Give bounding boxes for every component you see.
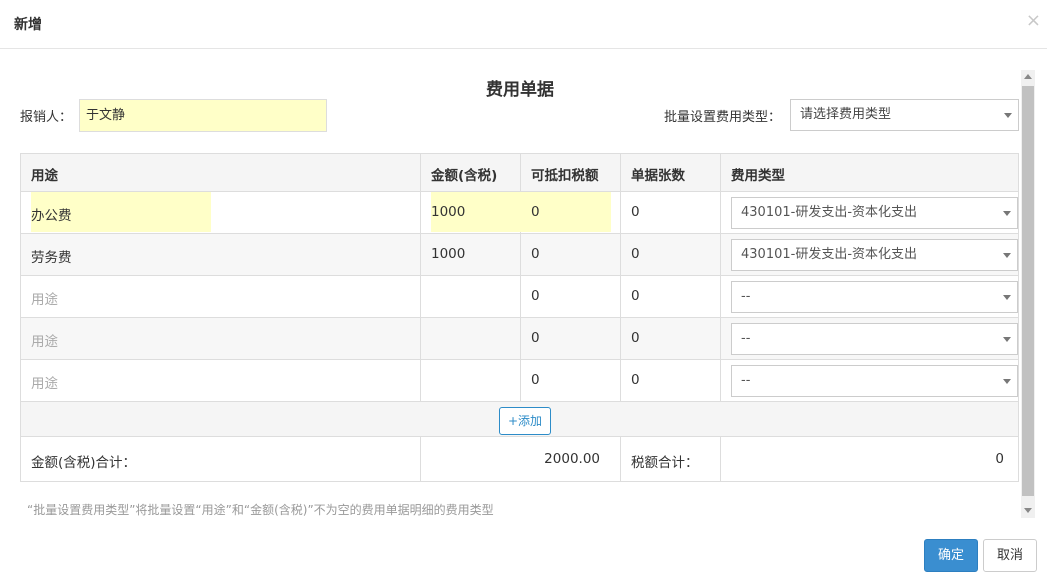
total-tax-label: 税额合计：	[631, 455, 699, 471]
deductible-cell[interactable]: 0	[521, 360, 621, 401]
purpose-input[interactable]: 办公费	[31, 204, 72, 224]
purpose-input[interactable]: 用途	[31, 288, 58, 308]
purpose-input[interactable]: 用途	[31, 372, 58, 392]
type-select[interactable]: --	[731, 281, 1018, 313]
batch-type-select[interactable]: 请选择费用类型	[790, 99, 1019, 131]
type-select[interactable]: --	[731, 323, 1018, 355]
amount-input[interactable]: 1000	[431, 204, 465, 220]
form-title: 费用单据	[486, 80, 554, 100]
header-amount: 金额(含税)	[431, 168, 498, 184]
deductible-input[interactable]: 0	[531, 372, 540, 388]
type-select-value: --	[741, 289, 751, 304]
table-row: 用途 0 0 --	[21, 318, 1018, 360]
table-row: 劳务费 1000 0 0 430101-研发支出-资本化支出	[21, 234, 1018, 276]
scroll-up-icon[interactable]	[1024, 74, 1032, 79]
type-select-value: 430101-研发支出-资本化支出	[741, 205, 918, 220]
cancel-button[interactable]: 取消	[983, 539, 1037, 572]
dialog-title: 新增	[14, 17, 42, 33]
count-cell[interactable]: 0	[621, 234, 721, 275]
purpose-cell[interactable]: 用途	[21, 276, 421, 317]
count-cell[interactable]: 0	[621, 360, 721, 401]
scrollbar-thumb[interactable]	[1022, 86, 1034, 496]
count-input[interactable]: 0	[631, 246, 640, 262]
deductible-input[interactable]: 0	[531, 204, 540, 220]
purpose-input[interactable]: 劳务费	[31, 246, 72, 266]
purpose-input[interactable]: 用途	[31, 330, 58, 350]
header-count: 单据张数	[631, 168, 685, 184]
vertical-scrollbar[interactable]	[1021, 70, 1035, 518]
chevron-down-icon	[1003, 379, 1011, 384]
type-select[interactable]: 430101-研发支出-资本化支出	[731, 239, 1018, 271]
chevron-down-icon	[1003, 253, 1011, 258]
table-header-row: 用途 金额(含税) 可抵扣税额 单据张数 费用类型	[21, 154, 1018, 192]
amount-cell[interactable]	[421, 276, 521, 317]
chevron-down-icon	[1004, 113, 1012, 118]
totals-row: 金额(含税)合计： 2000.00 税额合计： 0	[21, 437, 1018, 481]
deductible-cell[interactable]: 0	[521, 318, 621, 359]
type-select-value: --	[741, 373, 751, 388]
type-select[interactable]: --	[731, 365, 1018, 397]
header-deductible: 可抵扣税额	[531, 168, 599, 184]
count-input[interactable]: 0	[631, 330, 640, 346]
table-row: 用途 0 0 --	[21, 276, 1018, 318]
purpose-cell[interactable]: 办公费	[21, 192, 421, 233]
expense-table: 用途 金额(含税) 可抵扣税额 单据张数 费用类型 办公费 1000 0 0 4…	[20, 153, 1019, 482]
amount-cell[interactable]	[421, 318, 521, 359]
reimburser-input[interactable]: 于文静	[79, 99, 327, 132]
add-row-button[interactable]: +添加	[499, 407, 551, 435]
count-cell[interactable]: 0	[621, 318, 721, 359]
deductible-input[interactable]: 0	[531, 288, 540, 304]
count-cell[interactable]: 0	[621, 276, 721, 317]
header-purpose: 用途	[31, 168, 58, 184]
scroll-down-icon[interactable]	[1024, 508, 1032, 513]
chevron-down-icon	[1003, 295, 1011, 300]
table-row: 用途 0 0 --	[21, 360, 1018, 402]
deductible-input[interactable]: 0	[531, 246, 540, 262]
deductible-input[interactable]: 0	[531, 330, 540, 346]
type-select[interactable]: 430101-研发支出-资本化支出	[731, 197, 1018, 229]
count-input[interactable]: 0	[631, 288, 640, 304]
deductible-cell[interactable]: 0	[521, 276, 621, 317]
purpose-cell[interactable]: 劳务费	[21, 234, 421, 275]
amount-cell[interactable]	[421, 360, 521, 401]
batch-type-value: 请选择费用类型	[800, 107, 892, 122]
count-input[interactable]: 0	[631, 204, 640, 220]
type-select-value: --	[741, 331, 751, 346]
dialog-header: 新增 ×	[0, 0, 1047, 49]
amount-input[interactable]: 1000	[431, 246, 465, 262]
amount-cell[interactable]: 1000	[421, 192, 521, 233]
amount-cell[interactable]: 1000	[421, 234, 521, 275]
total-amount-label: 金额(含税)合计：	[31, 455, 137, 471]
count-input[interactable]: 0	[631, 372, 640, 388]
batch-type-note: “批量设置费用类型”将批量设置“用途”和“金额(含税)”不为空的费用单据明细的费…	[27, 503, 494, 517]
chevron-down-icon	[1003, 337, 1011, 342]
purpose-cell[interactable]: 用途	[21, 318, 421, 359]
chevron-down-icon	[1003, 211, 1011, 216]
total-amount-value: 2000.00	[544, 451, 600, 467]
type-select-value: 430101-研发支出-资本化支出	[741, 247, 918, 262]
deductible-cell[interactable]: 0	[521, 234, 621, 275]
count-cell[interactable]: 0	[621, 192, 721, 233]
batch-type-label: 批量设置费用类型：	[664, 110, 782, 125]
confirm-button[interactable]: 确定	[924, 539, 978, 572]
deductible-cell[interactable]: 0	[521, 192, 621, 233]
close-icon[interactable]: ×	[1026, 10, 1041, 32]
reimburser-label: 报销人：	[20, 110, 73, 125]
table-row: 办公费 1000 0 0 430101-研发支出-资本化支出	[21, 192, 1018, 234]
total-tax-value: 0	[995, 451, 1004, 467]
purpose-cell[interactable]: 用途	[21, 360, 421, 401]
header-type: 费用类型	[731, 168, 785, 184]
